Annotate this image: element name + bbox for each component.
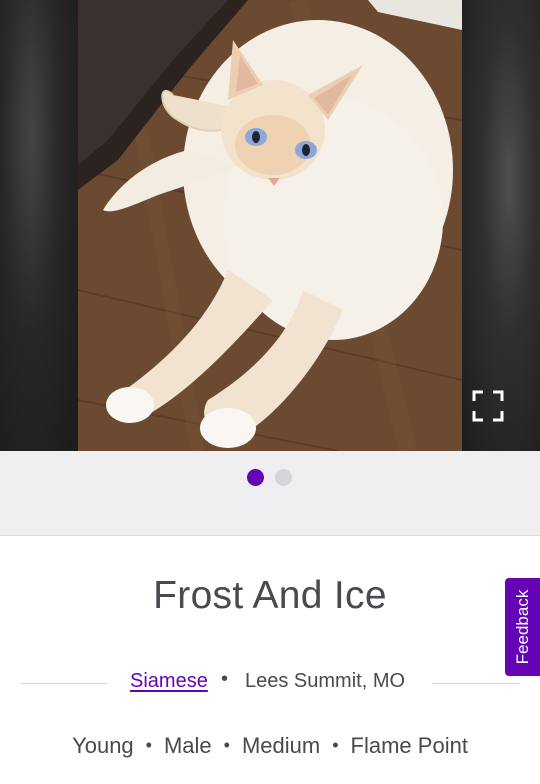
previous-photo-peek[interactable] <box>0 0 78 451</box>
pet-photo[interactable] <box>78 0 462 451</box>
attribute-gender: Male <box>163 733 212 758</box>
pet-meta-row: Siamese • Lees Summit, MO <box>0 668 540 698</box>
carousel-pagination <box>0 451 540 536</box>
divider-right <box>432 683 520 684</box>
breed-link[interactable]: Siamese <box>130 670 208 693</box>
pet-location: Lees Summit, MO <box>245 670 406 692</box>
attribute-age: Young <box>72 733 134 758</box>
separator-dot: • <box>221 668 229 690</box>
carousel-dot-1[interactable] <box>247 469 264 486</box>
attribute-size: Medium <box>241 733 321 758</box>
feedback-label: Feedback <box>512 589 532 665</box>
pet-attributes: Young • Male • Medium • Flame Point <box>0 733 540 759</box>
divider-left <box>21 683 107 684</box>
feedback-button[interactable]: Feedback <box>505 578 540 676</box>
carousel-dot-2[interactable] <box>275 469 292 486</box>
cat-image <box>78 0 462 451</box>
attribute-color: Flame Point <box>350 733 468 758</box>
separator-dot: • <box>145 735 152 755</box>
expand-icon[interactable] <box>471 389 505 423</box>
pet-name: Frost And Ice <box>153 574 387 617</box>
separator-dot: • <box>223 735 230 755</box>
photo-carousel[interactable] <box>0 0 540 451</box>
separator-dot: • <box>332 735 339 755</box>
next-photo-peek[interactable] <box>462 0 540 451</box>
